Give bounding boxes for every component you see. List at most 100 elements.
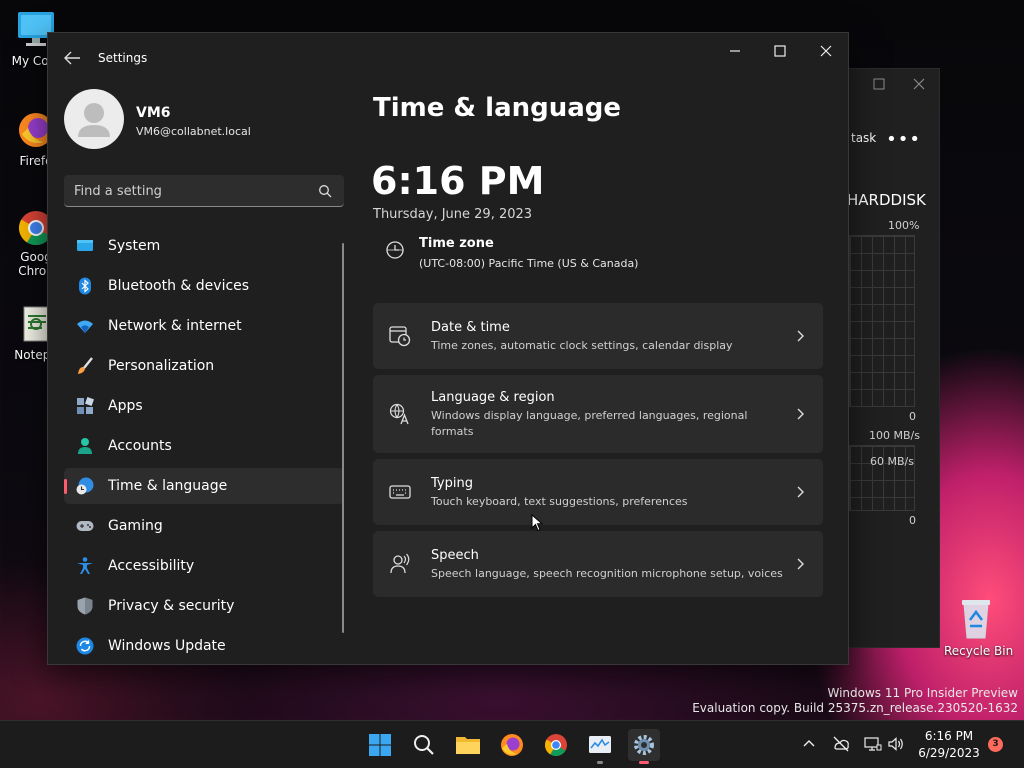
nav-item-accessibility[interactable]: Accessibility: [64, 548, 344, 584]
nav-label: Accounts: [108, 438, 172, 454]
minimize-icon[interactable]: [720, 41, 750, 61]
nav-item-bluetooth[interactable]: Bluetooth & devices: [64, 268, 344, 304]
card-date-time[interactable]: Date & time Time zones, automatic clock …: [373, 303, 823, 369]
window-title: Settings: [98, 51, 148, 65]
current-date: Thursday, June 29, 2023: [373, 207, 533, 222]
nav-item-system[interactable]: System: [64, 228, 344, 264]
card-description: Speech language, speech recognition micr…: [431, 567, 783, 580]
back-arrow-icon[interactable]: [62, 49, 82, 67]
taskbar-search-button[interactable]: [408, 729, 440, 761]
calendar-clock-icon: [389, 326, 411, 347]
nav-label: Accessibility: [108, 558, 195, 574]
maximize-icon[interactable]: [873, 78, 885, 90]
nav-label: System: [108, 238, 161, 254]
bluetooth-icon: [79, 277, 91, 295]
nav-label: Network & internet: [108, 318, 242, 334]
file-explorer-icon: [456, 737, 480, 754]
card-typing[interactable]: Typing Touch keyboard, text suggestions,…: [373, 459, 823, 525]
windows-watermark: Windows 11 Pro Insider Preview Evaluatio…: [692, 686, 1018, 716]
card-title: Date & time: [431, 320, 510, 335]
settings-window[interactable]: Settings VM6 VM6@collabnet.local Find a …: [47, 32, 849, 665]
find-setting-input[interactable]: [74, 181, 314, 201]
watermark-line-2: Evaluation copy. Build 25375.zn_release.…: [692, 701, 1018, 715]
chevron-up-icon[interactable]: [802, 736, 816, 750]
graph2-mid-label: 60 MB/s: [870, 455, 914, 468]
settings-nav: System Bluetooth & devices Network & int…: [64, 228, 344, 668]
search-icon[interactable]: [318, 184, 332, 198]
time-zone-title: Time zone: [419, 236, 494, 251]
task-manager-run-task[interactable]: task: [851, 131, 876, 145]
taskbar-clock-time[interactable]: 6:16 PM: [914, 729, 984, 743]
task-manager-icon: [589, 736, 611, 753]
nav-item-apps[interactable]: Apps: [64, 388, 344, 424]
nav-label: Personalization: [108, 358, 215, 374]
maximize-icon[interactable]: [765, 41, 795, 61]
settings-icon: [634, 735, 654, 755]
display-icon[interactable]: [864, 736, 882, 752]
notification-badge[interactable]: 3: [988, 737, 1003, 752]
globe-clock-icon: [76, 477, 94, 495]
taskbar-settings[interactable]: [628, 729, 660, 764]
taskbar-task-manager[interactable]: [584, 729, 616, 764]
chevron-right-icon: [797, 558, 804, 570]
keyboard-icon: [389, 485, 411, 499]
card-description: Windows display language, preferred lang…: [431, 409, 748, 438]
nav-label: Privacy & security: [108, 598, 235, 614]
apps-icon: [77, 397, 94, 414]
more-options-icon[interactable]: •••: [886, 129, 921, 150]
volume-icon[interactable]: [887, 736, 905, 752]
desktop-icon-recycle-bin[interactable]: Recycle Bin: [944, 596, 1014, 658]
desktop-icon-label: Recycle Bin: [944, 644, 1014, 658]
task-manager-section-title: HARDDISK: [847, 191, 926, 209]
speech-icon: [390, 553, 410, 574]
shield-icon: [77, 597, 93, 615]
card-language-region[interactable]: Language & region Windows display langua…: [373, 375, 823, 453]
find-setting-box[interactable]: [64, 175, 344, 207]
nav-item-privacy[interactable]: Privacy & security: [64, 588, 344, 624]
taskbar-clock-date[interactable]: 6/29/2023: [914, 746, 984, 760]
update-icon: [76, 637, 94, 655]
search-icon: [414, 735, 434, 755]
start-button[interactable]: [364, 729, 396, 761]
nav-item-windows-update[interactable]: Windows Update: [64, 628, 344, 664]
network-offline-icon[interactable]: [832, 736, 850, 752]
mouse-cursor-icon: [531, 514, 543, 532]
nav-label: Bluetooth & devices: [108, 278, 250, 294]
card-speech[interactable]: Speech Speech language, speech recogniti…: [373, 531, 823, 597]
nav-label: Windows Update: [108, 638, 226, 654]
firefox-icon: [501, 734, 523, 756]
nav-item-network[interactable]: Network & internet: [64, 308, 344, 344]
taskbar-chrome[interactable]: [540, 729, 572, 761]
taskbar-file-explorer[interactable]: [452, 729, 484, 761]
recycle-bin-icon: [962, 600, 990, 639]
accessibility-icon: [77, 557, 93, 574]
nav-item-accounts[interactable]: Accounts: [64, 428, 344, 464]
language-icon: [389, 403, 409, 425]
graph2-top-label: 100 MB/s: [869, 429, 920, 442]
title-bar[interactable]: Settings: [48, 33, 848, 83]
nav-item-personalization[interactable]: Personalization: [64, 348, 344, 384]
user-name: VM6: [136, 105, 171, 121]
watermark-line-1: Windows 11 Pro Insider Preview: [827, 686, 1018, 700]
chevron-right-icon: [797, 486, 804, 498]
card-description: Touch keyboard, text suggestions, prefer…: [431, 495, 688, 508]
chevron-right-icon: [797, 408, 804, 420]
avatar[interactable]: [64, 89, 124, 149]
taskbar: 6:16 PM 6/29/2023 3: [0, 720, 1024, 768]
time-zone-icon: [386, 241, 404, 259]
gamepad-icon: [76, 521, 94, 531]
close-icon[interactable]: [913, 78, 925, 90]
time-zone-value: (UTC-08:00) Pacific Time (US & Canada): [419, 257, 639, 270]
person-icon: [78, 103, 110, 137]
nav-scrollbar[interactable]: [342, 243, 344, 633]
nav-item-gaming[interactable]: Gaming: [64, 508, 344, 544]
card-description: Time zones, automatic clock settings, ca…: [431, 339, 733, 352]
card-title: Typing: [431, 476, 473, 491]
chevron-right-icon: [797, 330, 804, 342]
taskbar-firefox[interactable]: [496, 729, 528, 761]
nav-label: Apps: [108, 398, 143, 414]
graph2-bottom-label: 0: [909, 514, 916, 527]
nav-item-time-language[interactable]: Time & language: [64, 468, 344, 504]
close-icon[interactable]: [811, 41, 841, 61]
system-icon: [77, 240, 93, 251]
